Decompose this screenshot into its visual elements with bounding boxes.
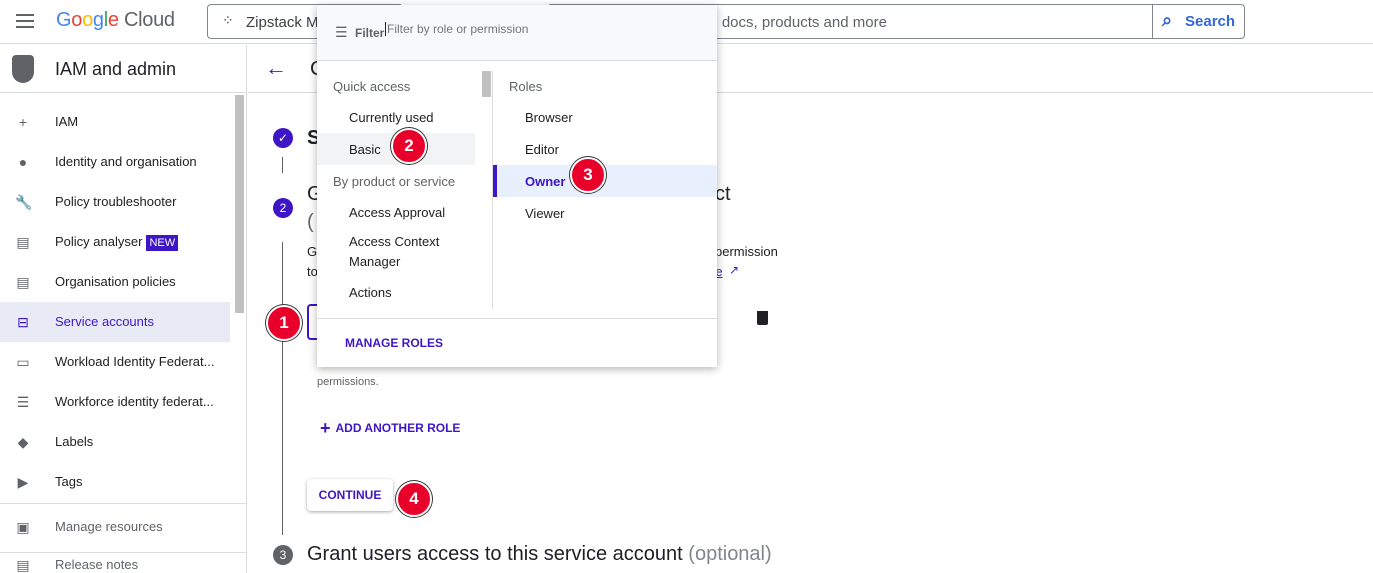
sidebar-header: IAM and admin xyxy=(0,45,246,93)
by-product-header: By product or service xyxy=(333,174,456,189)
search-icon: ⌕ xyxy=(1162,10,1173,30)
quick-access-header: Quick access xyxy=(333,79,411,94)
sidebar-title: IAM and admin xyxy=(55,59,177,79)
filter-bar: ☰ Filter xyxy=(317,5,717,61)
step-marker-1: 1 xyxy=(266,305,302,341)
new-badge: NEW xyxy=(146,235,179,251)
step3-number: 3 xyxy=(273,545,293,565)
sidebar-item-manage-resources[interactable]: ▣ Manage resources xyxy=(0,507,230,547)
roles-header: Roles xyxy=(509,79,543,94)
sidebar-item-service-accounts[interactable]: ⊟ Service accounts xyxy=(0,302,230,342)
role-help-2: permissions. xyxy=(317,376,379,388)
step-marker-2: 2 xyxy=(391,128,427,164)
shield-icon xyxy=(12,55,34,83)
product-access-context-manager[interactable]: Access Context Manager xyxy=(349,226,459,269)
step2-title-end: ct xyxy=(715,183,731,205)
sidebar-scrollbar[interactable] xyxy=(235,95,244,313)
person-add-icon: + xyxy=(18,114,28,130)
step2-number: 2 xyxy=(273,198,293,218)
sidebar-item-label: Policy analyser xyxy=(55,234,143,249)
filter-icon: ☰ xyxy=(335,24,348,40)
dropdown-scrollbar[interactable] xyxy=(482,71,491,97)
divider xyxy=(317,318,717,319)
step3-title: Grant users access to this service accou… xyxy=(307,543,772,565)
search-button[interactable]: ⌕ Search xyxy=(1152,4,1245,39)
back-arrow-icon[interactable]: ← xyxy=(265,55,287,81)
role-browser[interactable]: Browser xyxy=(493,101,717,133)
role-viewer[interactable]: Viewer xyxy=(493,197,717,229)
release-notes-icon: ▤ xyxy=(16,557,30,573)
service-account-icon: ⊟ xyxy=(17,314,29,330)
role-editor[interactable]: Editor xyxy=(493,133,717,165)
sidebar-item-labels[interactable]: ◆ Labels xyxy=(0,422,230,462)
sidebar-item-organisation-policies[interactable]: ▤ Organisation policies xyxy=(0,262,230,302)
divider xyxy=(0,552,246,553)
sidebar-item-label: Organisation policies xyxy=(55,274,176,289)
product-access-approval[interactable]: Access Approval xyxy=(349,196,445,228)
external-link-icon: ↗ xyxy=(729,263,740,277)
sidebar-item-label: IAM xyxy=(55,114,79,129)
sidebar-item-label: Identity and organisation xyxy=(55,154,197,169)
step-connector xyxy=(282,157,283,173)
sidebar-item-iam[interactable]: + IAM xyxy=(0,102,230,142)
sidebar-item-label: Workload Identity Federat... xyxy=(55,354,215,369)
sidebar-item-policy-troubleshooter[interactable]: 🔧 Policy troubleshooter xyxy=(0,182,230,222)
sidebar-item-release-notes[interactable]: ▤ Release notes xyxy=(0,554,230,573)
sidebar-item-identity-and-organisation[interactable]: ● Identity and organisation xyxy=(0,142,230,182)
tag-icon: ▶ xyxy=(17,474,29,490)
id-card-icon: ▭ xyxy=(16,354,30,370)
divider xyxy=(0,503,246,504)
list-icon: ☰ xyxy=(16,394,30,410)
step2-optional: ( xyxy=(307,211,314,233)
menu-icon[interactable] xyxy=(16,14,34,28)
sidebar-item-label: Policy troubleshooter xyxy=(55,194,177,209)
sidebar-item-label: Tags xyxy=(55,474,83,489)
sidebar-item-policy-analyser[interactable]: ▤ Policy analyser NEW xyxy=(0,222,230,262)
sidebar-item-label: Labels xyxy=(55,434,94,449)
step2-description-end: permission xyxy=(715,244,778,259)
sidebar-item-label: Workforce identity federat... xyxy=(55,394,214,409)
quick-access-currently-used[interactable]: Currently used xyxy=(317,101,475,133)
step-connector xyxy=(282,242,283,535)
label-icon: ◆ xyxy=(17,434,29,450)
role-dropdown: ☰ Filter Quick access Currently used Bas… xyxy=(317,5,717,367)
manage-roles-button[interactable]: MANAGE ROLES xyxy=(345,336,443,350)
sidebar-item-label: Service accounts xyxy=(55,314,154,329)
step-marker-4: 4 xyxy=(396,481,432,517)
continue-button[interactable]: CONTINUE xyxy=(307,479,393,511)
step1-check-icon: ✓ xyxy=(273,128,293,148)
document-search-icon: ▤ xyxy=(16,234,30,250)
wrench-icon: 🔧 xyxy=(15,194,33,210)
list-doc-icon: ▤ xyxy=(16,274,30,290)
google-cloud-logo[interactable]: Google Cloud xyxy=(56,9,175,32)
sidebar-item-tags[interactable]: ▶ Tags xyxy=(0,462,230,502)
sidebar-item-workload-identity-federat[interactable]: ▭ Workload Identity Federat... xyxy=(0,342,230,382)
project-icon: ⁘ xyxy=(222,12,234,28)
account-circle-icon: ● xyxy=(18,154,28,170)
folder-gear-icon: ▣ xyxy=(16,519,30,535)
sidebar-item-workforce-identity-federat[interactable]: ☰ Workforce identity federat... xyxy=(0,382,230,422)
delete-icon[interactable] xyxy=(757,311,768,325)
plus-icon: + xyxy=(320,418,331,438)
filter-input[interactable] xyxy=(385,22,685,36)
add-another-role-button[interactable]: + ADD ANOTHER ROLE xyxy=(320,418,460,439)
step-marker-3: 3 xyxy=(570,157,606,193)
product-actions[interactable]: Actions xyxy=(349,276,392,308)
sidebar: IAM and admin + IAM ● Identity and organisa… xyxy=(0,45,247,573)
